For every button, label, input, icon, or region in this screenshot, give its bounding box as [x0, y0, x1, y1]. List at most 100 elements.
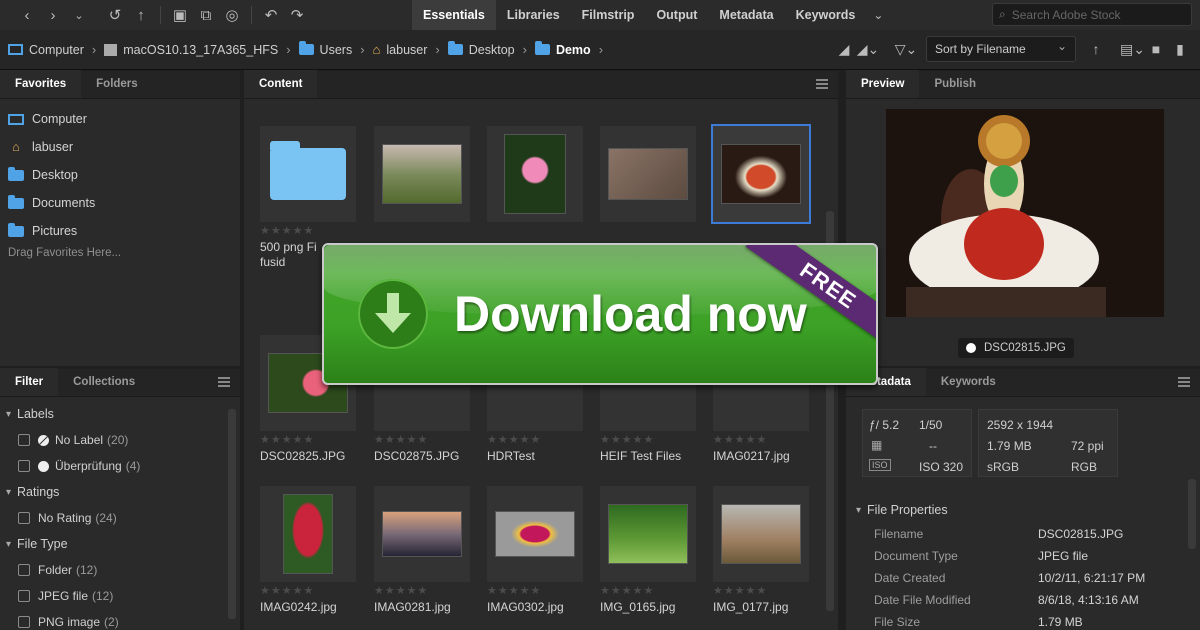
workspace-tab-essentials[interactable]: Essentials [412, 0, 496, 30]
rating-stars[interactable]: ★★★★★ [374, 433, 470, 449]
open-recent-icon[interactable]: ▤⌄ [1120, 41, 1145, 58]
new-folder-icon[interactable]: ■ [1144, 41, 1168, 57]
thumbnail-cell[interactable]: ★★★★★ IMG_0165.jpg [600, 486, 696, 615]
filter-item-no-label[interactable]: No Label (20) [0, 427, 240, 453]
workspace-tab-filmstrip[interactable]: Filmstrip [571, 0, 646, 30]
chevron-down-icon[interactable]: ⌄ [66, 3, 92, 27]
filter-item-no-rating[interactable]: No Rating (24) [0, 505, 240, 531]
thumbnail-cell[interactable] [487, 126, 583, 222]
boomerang-icon[interactable]: ↑ [128, 3, 154, 27]
filter-group-file-type[interactable]: ▾ File Type [0, 531, 240, 557]
thumbnail[interactable] [260, 126, 356, 222]
history-icon[interactable]: ↺ [102, 3, 128, 27]
crumb-computer[interactable]: Computer [8, 43, 84, 57]
thumbnail[interactable] [600, 486, 696, 582]
trash-icon[interactable]: ▮ [1168, 41, 1192, 58]
filter-icon[interactable]: ▽⌄ [894, 41, 918, 58]
rating-stars[interactable]: ★★★★★ [260, 584, 356, 600]
panel-menu-icon[interactable] [816, 79, 828, 89]
refine-icon[interactable]: ◎ [219, 3, 245, 27]
file-properties-header[interactable]: ▾ File Properties [850, 497, 1180, 523]
filter-group-ratings[interactable]: ▾ Ratings [0, 479, 240, 505]
rating-stars[interactable]: ★★★★★ [713, 584, 809, 600]
back-icon[interactable]: ‹ [14, 3, 40, 27]
checkbox[interactable] [18, 616, 30, 628]
filter-item-folder[interactable]: Folder (12) [0, 557, 240, 583]
favorite-item-labuser[interactable]: ⌂ labuser [0, 133, 240, 161]
workspace-tab-libraries[interactable]: Libraries [496, 0, 571, 30]
filter-item-review[interactable]: Überprüfung (4) [0, 453, 240, 479]
filter-item-png[interactable]: PNG image (2) [0, 609, 240, 630]
copy-icon[interactable]: ⧉ [193, 3, 219, 27]
quality-icon[interactable]: ◢ [832, 41, 856, 58]
tab-preview[interactable]: Preview [846, 70, 920, 98]
folder-icon [8, 222, 24, 237]
thumbnail-selected[interactable] [711, 124, 811, 224]
favorite-item-pictures[interactable]: Pictures [0, 217, 240, 245]
rating-filter-icon[interactable]: ◢⌄ [856, 41, 880, 58]
stock-search-input[interactable]: ⌕ Search Adobe Stock [992, 3, 1192, 26]
preview-image[interactable] [886, 109, 1164, 317]
rotate-right-icon[interactable]: ↷ [284, 3, 310, 27]
favorite-item-documents[interactable]: Documents [0, 189, 240, 217]
rating-stars[interactable]: ★★★★★ [487, 584, 583, 600]
tab-content[interactable]: Content [244, 70, 318, 98]
tab-folders[interactable]: Folders [81, 70, 153, 98]
thumbnail[interactable] [600, 126, 696, 222]
checkbox[interactable] [18, 564, 30, 576]
tab-favorites[interactable]: Favorites [0, 70, 82, 98]
thumbnail-cell[interactable]: ★★★★★ IMG_0177.jpg [713, 486, 809, 615]
workspace-more-icon[interactable]: ⌄ [866, 8, 890, 22]
favorite-item-desktop[interactable]: Desktop [0, 161, 240, 189]
rating-stars[interactable]: ★★★★★ [487, 433, 583, 449]
rotate-left-icon[interactable]: ↶ [258, 3, 284, 27]
thumbnail-cell[interactable] [374, 126, 470, 222]
checkbox[interactable] [18, 460, 30, 472]
checkbox[interactable] [18, 434, 30, 446]
panel-menu-icon[interactable] [1178, 377, 1190, 387]
crumb-desktop[interactable]: Desktop [447, 41, 515, 57]
workspace-tab-metadata[interactable]: Metadata [708, 0, 784, 30]
checkbox[interactable] [18, 512, 30, 524]
forward-icon[interactable]: › [40, 3, 66, 27]
thumbnail-cell[interactable] [711, 124, 811, 224]
thumbnail-cell[interactable] [600, 126, 696, 222]
crumb-demo[interactable]: Demo [534, 41, 591, 57]
sort-dropdown[interactable]: Sort by Filename [926, 36, 1076, 62]
sort-direction-icon[interactable]: ↑ [1084, 41, 1108, 57]
workspace-tab-output[interactable]: Output [645, 0, 708, 30]
thumbnail[interactable] [260, 486, 356, 582]
thumbnail[interactable] [487, 126, 583, 222]
crumb-labuser[interactable]: ⌂ labuser [373, 42, 428, 57]
favorite-item-computer[interactable]: Computer [0, 105, 240, 133]
filter-group-labels[interactable]: ▾ Labels [0, 401, 240, 427]
rating-stars[interactable]: ★★★★★ [374, 584, 470, 600]
thumbnail-cell[interactable]: ★★★★★ IMAG0242.jpg [260, 486, 356, 615]
rating-stars[interactable]: ★★★★★ [600, 584, 696, 600]
thumbnail-cell[interactable]: ★★★★★ IMAG0302.jpg [487, 486, 583, 615]
rating-stars[interactable]: ★★★★★ [713, 433, 809, 449]
tab-filter[interactable]: Filter [0, 368, 59, 396]
tab-publish[interactable]: Publish [919, 70, 991, 98]
crumb-users[interactable]: Users [298, 41, 352, 57]
rating-stars[interactable]: ★★★★★ [600, 433, 696, 449]
metadata-scrollbar[interactable] [1188, 479, 1196, 549]
crumb-drive[interactable]: macOS10.13_17A365_HFS [104, 43, 278, 57]
camera-icon[interactable]: ▣ [167, 3, 193, 27]
workspace-tab-keywords[interactable]: Keywords [785, 0, 867, 30]
tab-collections[interactable]: Collections [58, 368, 150, 396]
thumbnail[interactable] [374, 126, 470, 222]
download-arrow-glyph [375, 293, 411, 333]
tab-keywords[interactable]: Keywords [926, 368, 1011, 396]
panel-menu-icon[interactable] [218, 377, 230, 387]
thumbnail-cell[interactable]: ★★★★★ IMAG0281.jpg [374, 486, 470, 615]
checkbox[interactable] [18, 590, 30, 602]
thumbnail[interactable] [713, 486, 809, 582]
download-now-banner[interactable]: Download now FREE [322, 243, 878, 385]
thumbnail[interactable] [487, 486, 583, 582]
thumbnail[interactable] [374, 486, 470, 582]
rating-stars[interactable]: ★★★★★ [260, 224, 356, 240]
rating-stars[interactable]: ★★★★★ [260, 433, 356, 449]
filter-item-jpeg[interactable]: JPEG file (12) [0, 583, 240, 609]
filter-scrollbar[interactable] [228, 409, 236, 619]
